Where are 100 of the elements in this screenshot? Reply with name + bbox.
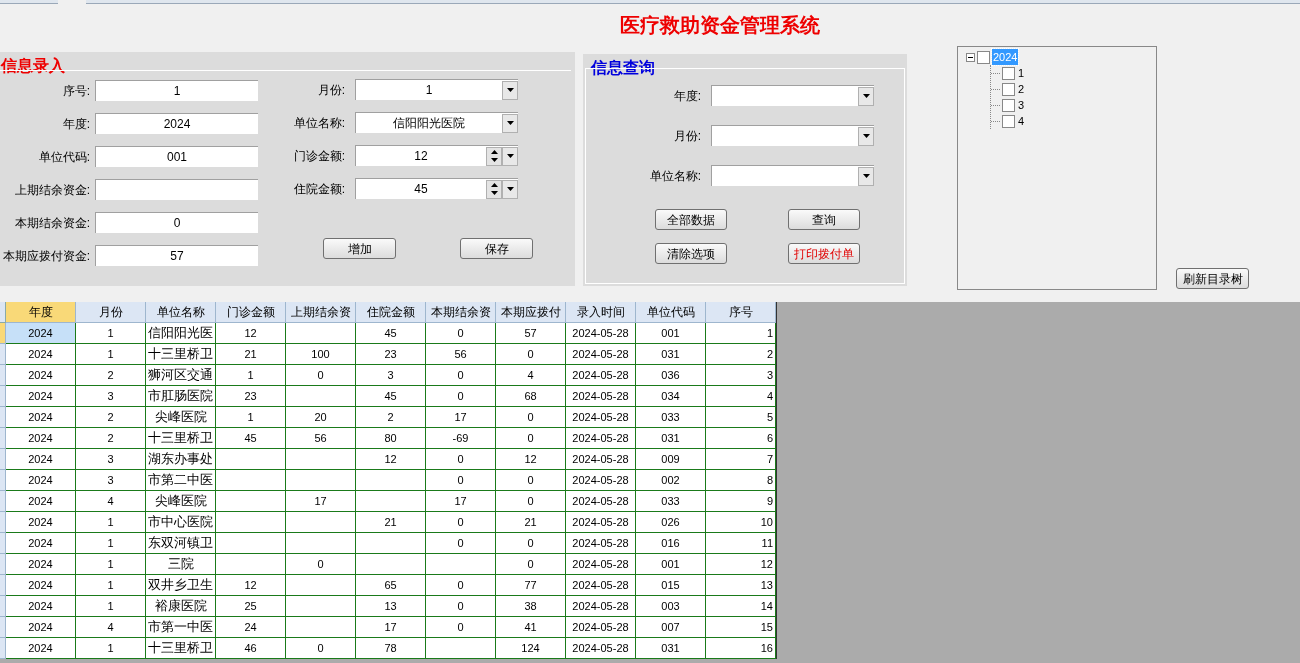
row-header[interactable] (0, 449, 6, 470)
column-header[interactable]: 门诊金额 (216, 302, 286, 323)
table-cell: 尖峰医院 (146, 407, 216, 428)
tree-checkbox[interactable] (1002, 98, 1015, 112)
dropdown-field[interactable]: 1 (355, 79, 518, 100)
input-field[interactable]: 1 (95, 80, 258, 101)
table-cell: 1 (706, 323, 776, 344)
caret-icon (506, 121, 514, 125)
column-header[interactable]: 住院金额 (356, 302, 426, 323)
input-field[interactable] (95, 179, 258, 200)
row-header[interactable] (0, 407, 6, 428)
row-header[interactable] (0, 428, 6, 449)
table-cell (356, 533, 426, 554)
table-cell: 2024 (6, 638, 76, 659)
action-button[interactable]: 打印拨付单 (788, 243, 860, 264)
spin-buttons[interactable] (486, 179, 502, 199)
table-cell: 2024 (6, 323, 76, 344)
column-header[interactable]: 上期结余资 (286, 302, 356, 323)
input-field[interactable]: 0 (95, 212, 258, 233)
tree-checkbox[interactable] (1002, 66, 1015, 80)
table-cell: 14 (706, 596, 776, 617)
column-header[interactable]: 本期结余资 (426, 302, 496, 323)
table-cell: 100 (286, 344, 356, 365)
table-cell: 2024 (6, 407, 76, 428)
table-cell: 45 (216, 428, 286, 449)
dropdown-button[interactable] (858, 166, 874, 186)
column-header[interactable]: 单位代码 (636, 302, 706, 323)
row-header[interactable] (0, 344, 6, 365)
dropdown-field[interactable] (711, 125, 874, 146)
column-header[interactable]: 序号 (706, 302, 776, 323)
action-button[interactable]: 全部数据 (655, 209, 727, 230)
tree-node[interactable]: 4 (1017, 112, 1026, 130)
expander-icon[interactable] (966, 52, 975, 62)
dropdown-button[interactable] (858, 86, 874, 106)
field-label: 本期结余资金: (13, 214, 90, 232)
table-cell: 2024-05-28 (566, 575, 636, 596)
table-cell: 市中心医院 (146, 512, 216, 533)
table-cell (286, 617, 356, 638)
table-cell: 0 (496, 344, 566, 365)
tree-node[interactable]: 2 (1017, 80, 1026, 98)
table-cell: 2 (76, 428, 146, 449)
table-cell: 3 (706, 365, 776, 386)
tree-checkbox[interactable] (1002, 114, 1015, 128)
table-cell: 2024 (6, 470, 76, 491)
row-header[interactable] (0, 386, 6, 407)
column-header[interactable]: 年度 (6, 302, 76, 323)
column-header[interactable]: 月份 (76, 302, 146, 323)
action-button[interactable]: 清除选项 (655, 243, 727, 264)
table-cell: 2024-05-28 (566, 407, 636, 428)
row-header[interactable] (0, 512, 6, 533)
input-field[interactable]: 57 (95, 245, 258, 266)
table-cell: 7 (706, 449, 776, 470)
input-field[interactable]: 2024 (95, 113, 258, 134)
spin-buttons[interactable] (486, 146, 502, 166)
column-header[interactable]: 录入时间 (566, 302, 636, 323)
row-header[interactable] (0, 533, 6, 554)
table-cell: 2024 (6, 428, 76, 449)
row-header[interactable] (0, 365, 6, 386)
input-field[interactable]: 001 (95, 146, 258, 167)
table-cell: 17 (286, 491, 356, 512)
dropdown-button[interactable] (502, 179, 518, 199)
dropdown-button[interactable] (502, 80, 518, 100)
table-cell: 2024-05-28 (566, 470, 636, 491)
dropdown-field[interactable] (711, 165, 874, 186)
table-cell: 2024-05-28 (566, 638, 636, 659)
column-header[interactable]: 本期应拨付 (496, 302, 566, 323)
tree-checkbox[interactable] (977, 50, 990, 64)
row-header[interactable] (0, 638, 6, 659)
dropdown-button[interactable] (858, 126, 874, 146)
table-cell: 009 (636, 449, 706, 470)
row-header[interactable] (0, 596, 6, 617)
tree-node[interactable]: 3 (1017, 96, 1026, 114)
row-header[interactable] (0, 470, 6, 491)
corner-header[interactable] (0, 302, 6, 323)
table-cell: 56 (426, 344, 496, 365)
row-header[interactable] (0, 575, 6, 596)
row-header[interactable] (0, 323, 6, 344)
table-cell: 4 (496, 365, 566, 386)
refresh-tree-button[interactable]: 刷新目录树 (1176, 268, 1249, 289)
table-cell: 0 (496, 428, 566, 449)
tree-node[interactable]: 1 (1017, 64, 1026, 82)
action-button[interactable]: 增加 (323, 238, 396, 259)
spin-field[interactable]: 12 (355, 145, 518, 166)
row-header[interactable] (0, 491, 6, 512)
table-cell (216, 533, 286, 554)
table-cell: 狮河区交通 (146, 365, 216, 386)
tree-checkbox[interactable] (1002, 82, 1015, 96)
table-cell: 031 (636, 428, 706, 449)
column-header[interactable]: 单位名称 (146, 302, 216, 323)
spin-field[interactable]: 45 (355, 178, 518, 199)
row-header[interactable] (0, 617, 6, 638)
dropdown-field[interactable]: 信阳阳光医院 (355, 112, 518, 133)
action-button[interactable]: 查询 (788, 209, 860, 230)
dropdown-button[interactable] (502, 146, 518, 166)
row-header[interactable] (0, 554, 6, 575)
table-cell: 17 (426, 491, 496, 512)
action-button[interactable]: 保存 (460, 238, 533, 259)
table-cell (286, 512, 356, 533)
dropdown-button[interactable] (502, 113, 518, 133)
dropdown-field[interactable] (711, 85, 874, 106)
